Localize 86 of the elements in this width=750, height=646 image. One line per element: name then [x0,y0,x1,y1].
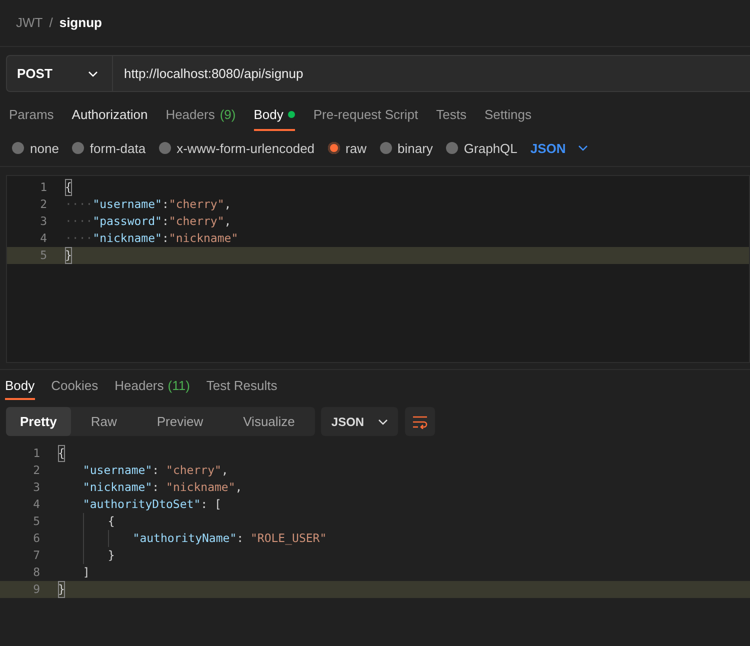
response-tab[interactable]: Cookies [46,372,104,400]
json-key: "nickname" [82,478,152,496]
body-type-option[interactable]: raw [328,138,366,158]
json-punctuation: : [162,196,169,213]
body-type-option[interactable]: x-www-form-urlencoded [158,138,315,158]
wrap-lines-button[interactable] [404,407,435,436]
json-punctuation: ] [82,564,90,581]
json-punctuation: : [162,230,169,247]
line-number: 5 [32,512,40,530]
json-punctuation: , [224,196,232,213]
response-tab[interactable]: Body [0,372,40,400]
wrap-lines-icon [412,414,428,428]
request-tab[interactable]: Body [244,98,304,130]
line-number: 1 [32,444,40,462]
view-mode-tab[interactable]: Visualize [223,407,315,436]
line-number: 7 [32,546,40,564]
json-key: "password" [92,212,162,230]
json-punctuation: : [236,530,245,547]
body-type-option[interactable]: binary [380,138,433,158]
breadcrumb-link[interactable]: JWT [16,13,43,33]
radio-button[interactable] [380,142,392,154]
json-brace: { [58,444,65,462]
json-brace: } [108,546,115,564]
json-punctuation: , [235,478,242,496]
json-string: "cherry" [166,462,222,479]
whitespace-marker: ···· [65,196,93,213]
request-tab[interactable]: Params [0,98,63,130]
response-tab[interactable]: Headers (11) [110,372,195,400]
json-brace: } [58,580,65,598]
line-number: 4 [39,230,47,247]
radio-button[interactable] [158,142,171,154]
json-string: "nickname" [168,230,238,247]
json-key: "authorityName" [132,530,237,548]
json-string: "cherry" [168,212,224,230]
code-editor[interactable]: 1 { 2 "username": "cherry", 3 "nickname": "nickname", 4 "authorityDtoSet": [ 5 { 6 "authorityName": "ROLE_USER" 7 } 8 ] 9 } [0,445,750,598]
view-mode-tab[interactable]: Raw [70,407,137,436]
json-punctuation: : [152,478,160,496]
line-number: 5 [39,246,47,264]
json-brace: { [65,178,72,196]
request-tab[interactable]: Authorization [62,98,157,130]
json-punctuation: , [224,212,232,230]
body-type-option[interactable]: GraphQL [446,138,518,158]
json-key: "username" [82,462,152,480]
request-tab[interactable]: Settings [475,98,540,130]
line-number: 4 [32,496,40,513]
radio-button[interactable] [12,142,24,154]
json-punctuation: : [162,212,169,230]
json-key: "nickname" [92,230,162,248]
view-mode-tab[interactable]: Preview [136,407,224,436]
json-punctuation: : [ [200,496,222,513]
code-editor[interactable]: 1 { 2 ····"username":"cherry", 3 ····"password":"cherry", 4 ····"nickname":"nickname" 5 } [6,175,750,363]
line-number: 3 [39,212,47,230]
json-string: "cherry" [168,196,224,213]
line-number: 3 [32,478,40,496]
json-key: "username" [92,196,162,214]
request-tab[interactable]: Headers (9) [156,98,245,130]
body-type-option[interactable]: none [12,138,59,158]
json-string: "ROLE_USER" [250,530,327,547]
json-string: "nickname" [166,478,236,496]
request-tab[interactable]: Tests [427,98,476,130]
line-number: 9 [32,580,40,598]
view-mode-tab[interactable]: Pretty [6,407,71,436]
json-key: "authorityDtoSet" [82,496,201,514]
request-title: signup [59,14,102,32]
format-dropdown[interactable]: JSON [530,138,588,158]
radio-button[interactable] [72,142,84,154]
response-tab[interactable]: Test Results [201,372,282,400]
whitespace-marker: ···· [65,230,93,247]
json-punctuation: : [152,462,160,479]
chevron-down-icon [578,145,588,152]
breadcrumb-separator: / [49,14,53,32]
radio-button[interactable] [446,142,458,154]
json-brace: } [65,246,72,264]
request-tab[interactable]: Pre-request Script [304,98,428,130]
response-format-dropdown[interactable]: JSON [321,407,398,436]
json-brace: { [108,512,115,530]
json-punctuation: , [221,462,228,479]
line-number: 2 [39,196,47,213]
line-number: 1 [39,178,47,196]
line-number: 2 [32,462,40,479]
whitespace-marker: ···· [65,212,93,230]
line-number: 8 [32,564,40,581]
body-type-option[interactable]: form-data [72,138,146,158]
chevron-down-icon [378,418,388,424]
radio-button[interactable] [328,142,340,154]
line-number: 6 [32,530,40,547]
